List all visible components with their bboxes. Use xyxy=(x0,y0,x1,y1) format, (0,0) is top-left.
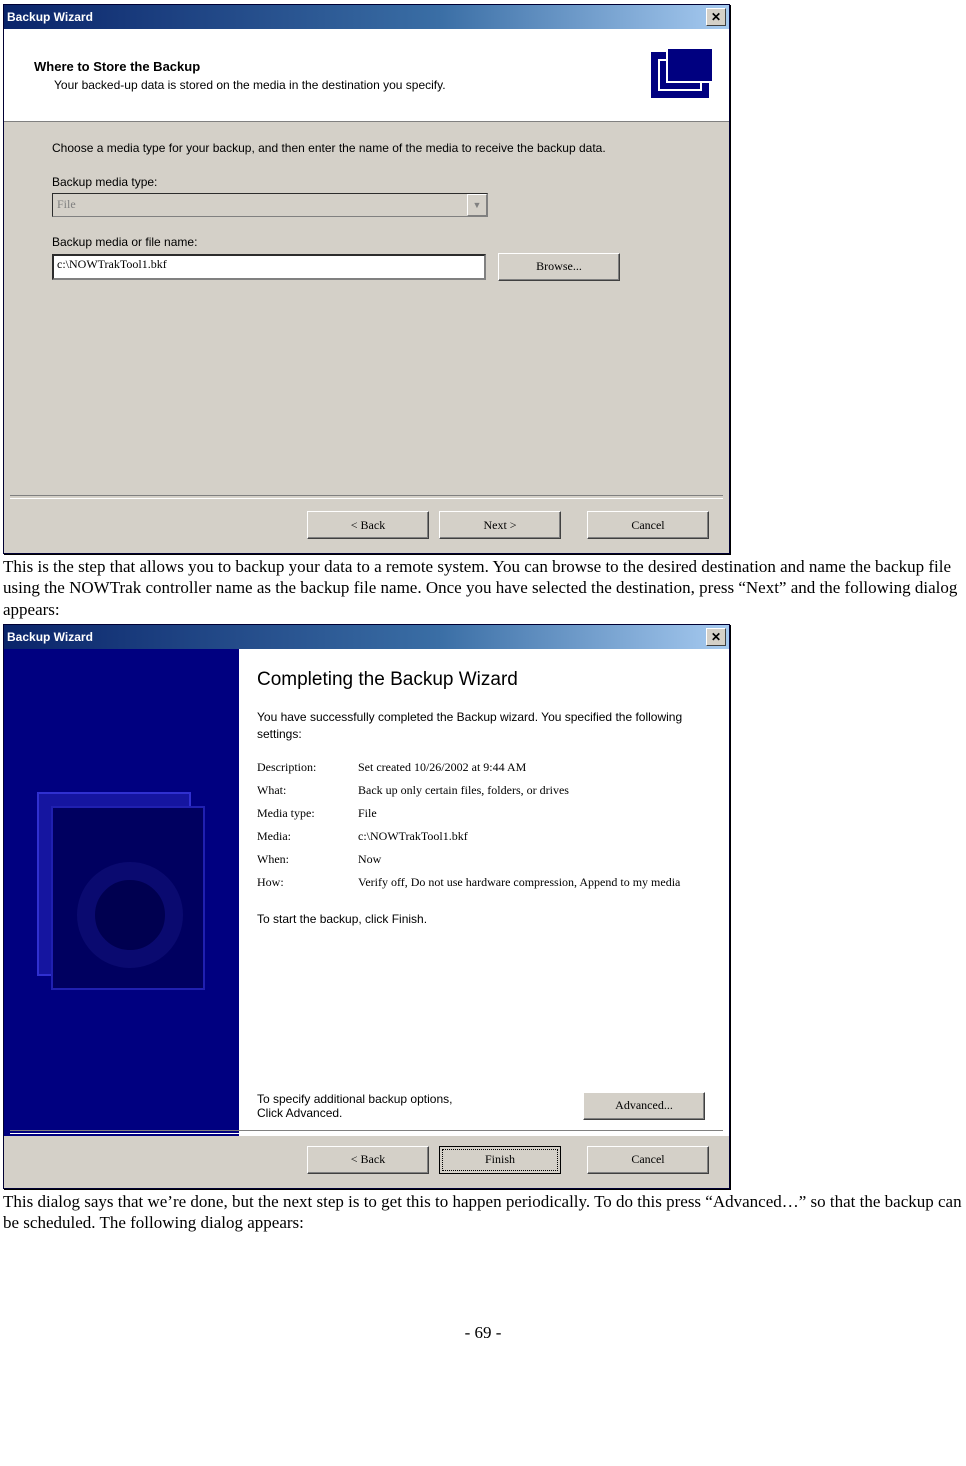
advanced-button[interactable]: Advanced... xyxy=(583,1092,705,1120)
table-row: Media type:File xyxy=(257,802,686,825)
cancel-button[interactable]: Cancel xyxy=(587,1146,709,1174)
disk-icon xyxy=(37,792,207,992)
start-instruction: To start the backup, click Finish. xyxy=(257,912,705,926)
wizard-header-subtitle: Your backed-up data is stored on the med… xyxy=(54,78,651,92)
finish-button[interactable]: Finish xyxy=(439,1146,561,1174)
backup-wizard-storage-dialog: Backup Wizard ✕ Where to Store the Backu… xyxy=(3,4,730,554)
media-type-label: Backup media type: xyxy=(52,175,681,189)
close-button[interactable]: ✕ xyxy=(706,8,726,26)
file-name-label: Backup media or file name: xyxy=(52,235,681,249)
separator xyxy=(10,1130,723,1134)
file-name-input[interactable]: c:\NOWTrakTool1.bkf xyxy=(52,254,486,280)
next-button[interactable]: Next > xyxy=(439,511,561,539)
media-type-value: File xyxy=(57,197,76,212)
wizard-sidebar xyxy=(4,649,239,1136)
window-title: Backup Wizard xyxy=(7,630,93,644)
body-paragraph-1: This is the step that allows you to back… xyxy=(3,556,963,620)
cancel-button[interactable]: Cancel xyxy=(587,511,709,539)
table-row: Media:c:\NOWTrakTool1.bkf xyxy=(257,825,686,848)
table-row: Description:Set created 10/26/2002 at 9:… xyxy=(257,756,686,779)
instruction-text: Choose a media type for your backup, and… xyxy=(52,140,681,157)
tape-icon xyxy=(651,52,709,98)
wizard-header: Where to Store the Backup Your backed-up… xyxy=(4,29,729,122)
table-row: What:Back up only certain files, folders… xyxy=(257,779,686,802)
page-number: - 69 - xyxy=(0,1323,966,1343)
table-row: How:Verify off, Do not use hardware comp… xyxy=(257,871,686,894)
media-type-dropdown: File ▼ xyxy=(52,193,488,217)
back-button[interactable]: < Back xyxy=(307,1146,429,1174)
wizard-complete-intro: You have successfully completed the Back… xyxy=(257,709,705,743)
titlebar[interactable]: Backup Wizard ✕ xyxy=(4,625,729,649)
backup-wizard-complete-dialog: Backup Wizard ✕ Completing the Backup Wi… xyxy=(3,624,730,1189)
wizard-complete-title: Completing the Backup Wizard xyxy=(257,669,705,691)
summary-table: Description:Set created 10/26/2002 at 9:… xyxy=(257,756,686,894)
wizard-header-title: Where to Store the Backup xyxy=(34,59,651,74)
table-row: When:Now xyxy=(257,848,686,871)
close-button[interactable]: ✕ xyxy=(706,628,726,646)
separator xyxy=(10,495,723,499)
advanced-instruction: To specify additional backup options, Cl… xyxy=(257,1092,452,1120)
browse-button[interactable]: Browse... xyxy=(498,253,620,281)
body-paragraph-2: This dialog says that we’re done, but th… xyxy=(3,1191,963,1234)
titlebar[interactable]: Backup Wizard ✕ xyxy=(4,5,729,29)
chevron-down-icon: ▼ xyxy=(467,194,487,216)
window-title: Backup Wizard xyxy=(7,10,93,24)
back-button[interactable]: < Back xyxy=(307,511,429,539)
